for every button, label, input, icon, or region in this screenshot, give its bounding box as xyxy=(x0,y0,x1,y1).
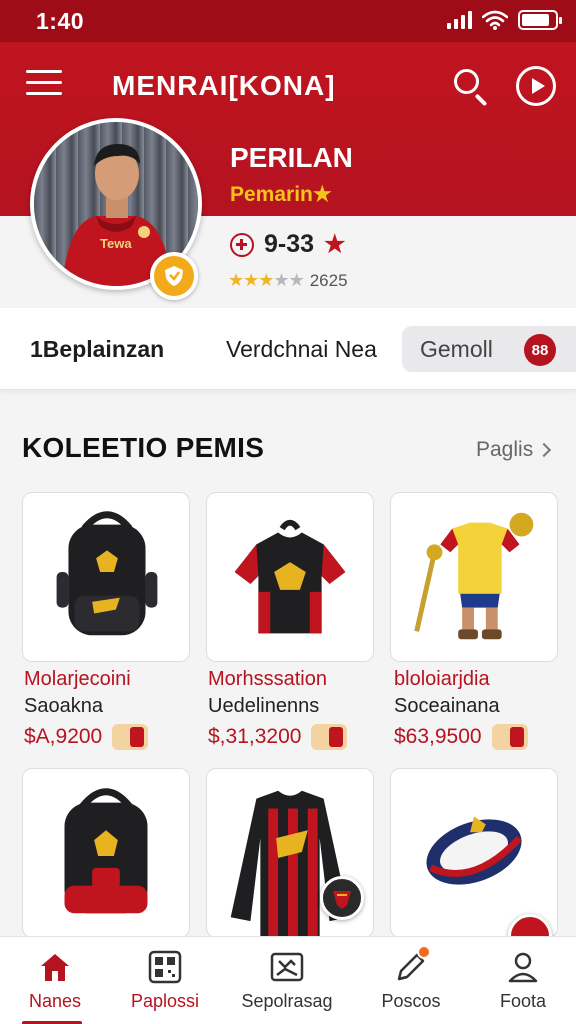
product-info: bloloiarjdia Soceainana $63,9500 xyxy=(394,668,570,750)
jersey-image xyxy=(234,519,346,634)
svg-text:Tewa: Tewa xyxy=(100,236,132,251)
tab-2[interactable]: Verdchnai Nea xyxy=(226,326,377,372)
wifi-icon xyxy=(482,10,508,30)
backpack-image xyxy=(56,511,158,636)
product-card[interactable] xyxy=(390,768,558,938)
product-name: bloloiarjdia xyxy=(394,668,490,690)
battery-icon xyxy=(518,10,562,30)
product-price: $A,9200 xyxy=(24,725,103,748)
product-price-row: $,31,3200 xyxy=(208,724,384,750)
nav-label-posts: Poscos xyxy=(381,991,441,1011)
user-icon xyxy=(508,952,538,983)
status-bar: 1:40 xyxy=(0,0,576,42)
product-card[interactable] xyxy=(390,492,558,662)
favorite-badge-icon[interactable] xyxy=(320,876,364,920)
chevron-right-icon xyxy=(537,442,552,458)
rating-row: ★★★★★ 2625 xyxy=(228,270,348,291)
star-icon: ★ xyxy=(288,270,305,290)
product-price: $,31,3200 xyxy=(208,725,302,748)
player-name: PERILAN xyxy=(230,142,353,173)
home-icon xyxy=(41,954,69,981)
notification-dot xyxy=(417,945,431,959)
tab-count-badge: 88 xyxy=(524,334,556,366)
nav-label-profile: Foota xyxy=(499,991,547,1011)
app-title: MENRAI[KONA] xyxy=(112,70,336,101)
stat-value: 9-33 xyxy=(264,230,315,258)
qr-code-icon xyxy=(148,950,182,984)
star-icon: ★ xyxy=(243,270,259,290)
player-stat: 9-33 ★ xyxy=(230,230,346,259)
verified-badge-icon xyxy=(150,252,198,300)
tab-1[interactable]: 1Beplainzan xyxy=(30,326,164,372)
see-all-label: Paglis xyxy=(476,438,534,461)
status-icons xyxy=(447,10,562,30)
product-price-row: $63,9500 xyxy=(394,724,570,750)
product-info: Morhsssation Uedelinenns $,31,3200 xyxy=(208,668,384,750)
nav-item-qr[interactable]: Paplossi xyxy=(110,949,220,1012)
battery-level xyxy=(522,14,549,26)
product-subtitle: Uedelinenns xyxy=(208,695,320,717)
product-subtitle: Saoakna xyxy=(24,695,103,717)
product-card[interactable] xyxy=(22,768,190,938)
nav-item-gallery[interactable]: Sepolrasag xyxy=(232,949,342,1012)
nav-item-posts[interactable]: Poscos xyxy=(356,945,466,1012)
signal-icon xyxy=(447,11,472,29)
nav-item-home[interactable]: Nanes xyxy=(0,949,110,1012)
section-title: KOLEETIO PEMIS xyxy=(22,432,265,463)
player-role: Pemarin★ xyxy=(230,183,332,206)
tab-3[interactable]: Gemoll 88 xyxy=(402,326,576,372)
status-time: 1:40 xyxy=(36,8,85,34)
mascot-figure-image xyxy=(414,512,534,640)
nav-item-profile[interactable]: Foota xyxy=(468,949,576,1012)
menu-icon[interactable] xyxy=(26,70,62,100)
star-icon: ★ xyxy=(273,270,289,290)
product-price: $63,9500 xyxy=(394,725,482,748)
product-name: Morhsssation xyxy=(208,668,327,690)
product-price-row: $A,9200 xyxy=(24,724,200,750)
search-icon[interactable] xyxy=(452,67,490,107)
product-name: Molarjecoini xyxy=(24,668,131,690)
nav-label-gallery: Sepolrasag xyxy=(241,991,333,1011)
edit-icon xyxy=(393,945,431,985)
product-card[interactable] xyxy=(206,492,374,662)
nav-label-home: Nanes xyxy=(28,991,82,1011)
rating-stars: ★★★★★ xyxy=(228,270,305,291)
add-to-cart-icon[interactable] xyxy=(112,724,149,750)
add-to-cart-icon[interactable] xyxy=(491,724,528,750)
backpack-image xyxy=(64,788,148,914)
tab-bar: 1Beplainzan Verdchnai Nea Gemoll 88 xyxy=(0,308,576,390)
bottom-nav: Nanes Paplossi Sepolrasag Poscos Foota xyxy=(0,936,576,1024)
rating-count: 2625 xyxy=(309,270,348,290)
image-icon xyxy=(270,952,304,982)
sleeping-bag-image xyxy=(426,816,522,885)
see-all-link[interactable]: Paglis xyxy=(476,438,552,462)
nav-label-qr: Paplossi xyxy=(130,991,200,1011)
star-icon: ★ xyxy=(324,231,346,258)
plus-circle-icon xyxy=(230,232,254,257)
tab-3-label: Gemoll xyxy=(420,335,493,362)
product-info: Molarjecoini Saoakna $A,9200 xyxy=(24,668,200,750)
star-icon: ★ xyxy=(228,270,244,290)
app-screen: 1:40 MENRAI[KONA] Tewa PERILAN Pemarin★ … xyxy=(0,0,576,1024)
add-to-cart-icon[interactable] xyxy=(311,724,348,750)
star-icon: ★ xyxy=(258,270,274,290)
product-subtitle: Soceainana xyxy=(394,695,500,717)
product-card[interactable] xyxy=(22,492,190,662)
play-icon[interactable] xyxy=(516,66,556,106)
